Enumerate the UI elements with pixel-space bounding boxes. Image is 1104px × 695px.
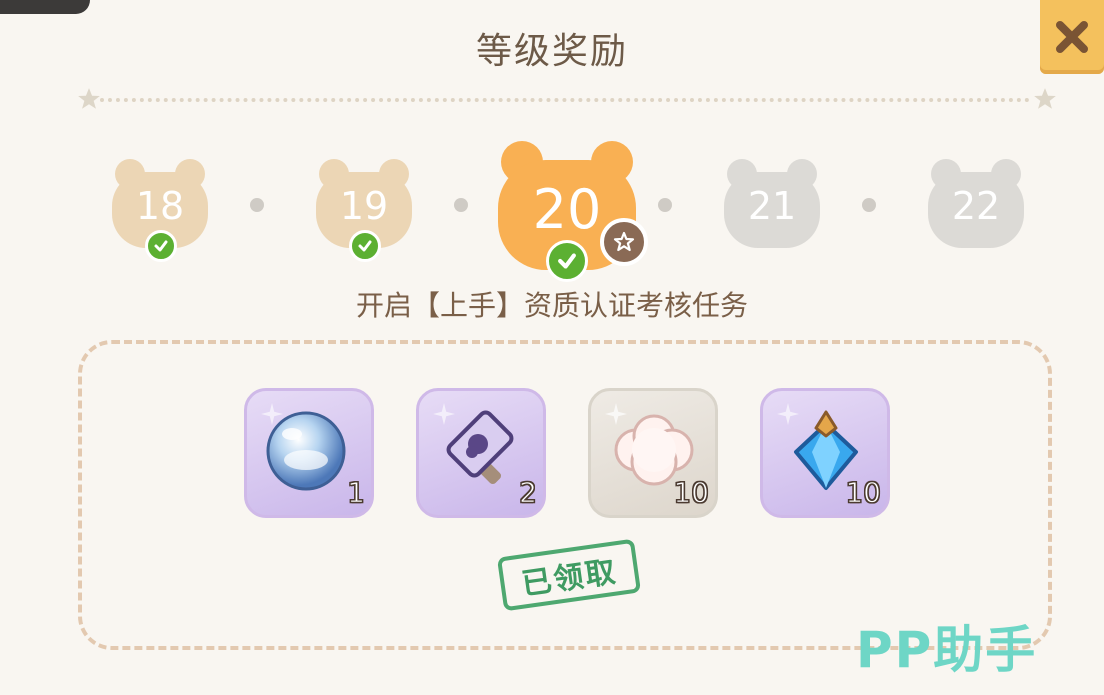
level-reward-panel: 等级奖励 18 19 20 21 22 开启【上手】资质认证考核任务 1 2 1… [0,0,1104,695]
panel-title: 等级奖励 [475,31,628,72]
close-icon [1056,21,1088,53]
level-number: 18 [135,184,185,228]
reward-count: 2 [519,476,538,510]
star-decoration-icon [78,88,100,109]
level-star-badge-icon [600,218,648,266]
level-number: 19 [339,184,389,228]
level-21-bear[interactable]: 21 [722,156,822,250]
reward-count: 1 [347,476,366,510]
watermark: PP助手 [856,621,1038,679]
reward-description: 开启【上手】资质认证考核任务 [355,289,748,322]
title-divider [100,98,1030,102]
claimed-check-icon [145,230,177,262]
reward-container [78,340,1052,650]
reward-count: 10 [845,476,882,510]
track-dot [658,198,672,212]
close-button[interactable] [1040,0,1104,74]
reward-item-hammer[interactable]: 2 [416,388,546,518]
level-track: 18 19 20 21 22 [0,140,1104,282]
background-edge [0,0,90,14]
reward-item-orb[interactable]: 1 [244,388,374,518]
level-number: 22 [951,184,1001,228]
reward-item-cotton[interactable]: 10 [588,388,718,518]
track-dot [454,198,468,212]
level-22-bear[interactable]: 22 [926,156,1026,250]
reward-count: 10 [673,476,710,510]
star-decoration-icon [1034,88,1056,109]
track-dot [250,198,264,212]
reward-item-gem[interactable]: 10 [760,388,890,518]
claimed-check-icon [349,230,381,262]
track-dot [862,198,876,212]
claimed-check-icon [546,240,588,282]
level-number: 21 [747,184,797,228]
